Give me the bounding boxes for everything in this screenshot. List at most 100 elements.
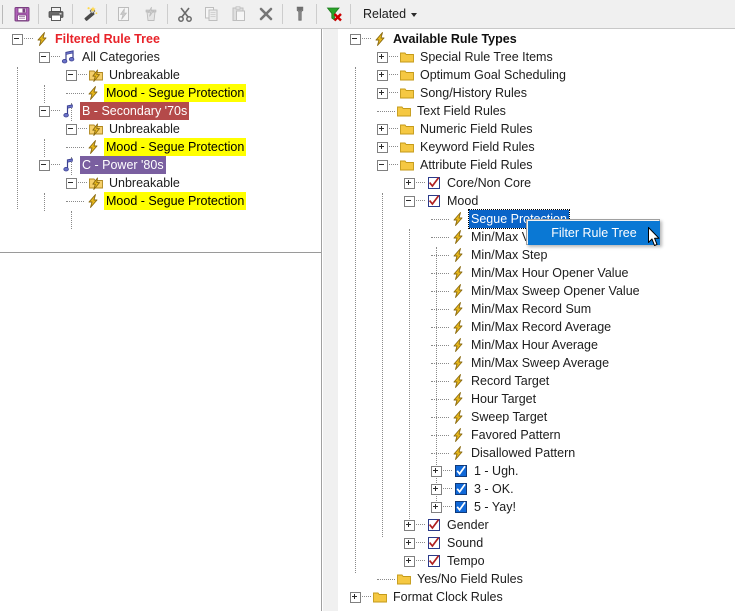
bolt-icon <box>450 445 466 461</box>
tree-connector <box>362 38 371 40</box>
tree-guide-line <box>409 229 410 519</box>
tree-item-label: Unbreakable <box>109 122 180 136</box>
tree-item-available-rule-types[interactable]: Available Rule Types <box>350 30 519 48</box>
expander-toggle[interactable] <box>12 33 23 45</box>
tree-item-label: Unbreakable <box>109 68 180 82</box>
tree-item-mood-1-ugh[interactable]: 1 - Ugh. <box>431 462 520 480</box>
tree-item-yes-no-field-rules[interactable]: Yes/No Field Rules <box>377 570 525 588</box>
tree-item-label: Gender <box>447 518 489 532</box>
delete-button[interactable] <box>252 2 279 27</box>
related-dropdown-button[interactable]: Related <box>354 2 424 27</box>
expander-toggle[interactable] <box>431 465 442 477</box>
tree-item-core-non-core[interactable]: Core/Non Core <box>404 174 533 192</box>
tree-guide-line <box>44 193 45 211</box>
tree-item-unbreakable[interactable]: Unbreakable <box>66 66 182 84</box>
tree-item-mood-3-ok[interactable]: 3 - OK. <box>431 480 516 498</box>
tree-item-format-clock-rules[interactable]: Format Clock Rules <box>350 588 505 606</box>
bolt-icon <box>450 337 466 353</box>
tree-connector <box>389 164 398 166</box>
bolt-icon <box>450 265 466 281</box>
tree-connector <box>431 272 449 274</box>
tree-item-disallowed-pattern[interactable]: Disallowed Pattern <box>431 444 577 462</box>
tree-item-sound[interactable]: Sound <box>404 534 485 552</box>
expander-toggle[interactable] <box>377 69 388 81</box>
expander-toggle[interactable] <box>404 555 415 567</box>
tree-item-label: B - Secondary '70s <box>80 102 190 120</box>
expander-toggle[interactable] <box>350 591 361 603</box>
expander-toggle[interactable] <box>404 195 415 207</box>
expander-toggle[interactable] <box>66 69 77 81</box>
panel-splitter[interactable] <box>323 29 338 611</box>
tools-button[interactable] <box>286 2 313 27</box>
tree-item-text-field-rules[interactable]: Text Field Rules <box>377 102 508 120</box>
tree-item-mood-5-yay[interactable]: 5 - Yay! <box>431 498 518 516</box>
tree-connector <box>443 488 452 490</box>
tree-item-min-max-hour-opener-value[interactable]: Min/Max Hour Opener Value <box>431 264 630 282</box>
tree-item-favored-pattern[interactable]: Favored Pattern <box>431 426 563 444</box>
magic-wand-button[interactable] <box>76 2 103 27</box>
tree-item-gender[interactable]: Gender <box>404 516 491 534</box>
tree-item-min-max-record-sum[interactable]: Min/Max Record Sum <box>431 300 593 318</box>
tree-item-mood-segue-protection[interactable]: Mood - Segue Protection <box>66 138 247 156</box>
tree-item-mood[interactable]: Mood <box>404 192 480 210</box>
tree-item-attribute-field-rules[interactable]: Attribute Field Rules <box>377 156 535 174</box>
filtered-rule-tree-panel[interactable]: Filtered Rule Tree All Categories Unbrea… <box>0 29 322 611</box>
cut-button[interactable] <box>171 2 198 27</box>
expander-toggle[interactable] <box>377 141 388 153</box>
bolt-folder-icon <box>88 121 104 137</box>
tree-item-label: C - Power '80s <box>80 156 166 174</box>
expander-toggle[interactable] <box>404 519 415 531</box>
tree-item-min-max-step[interactable]: Min/Max Step <box>431 246 549 264</box>
tree-item-unbreakable[interactable]: Unbreakable <box>66 174 182 192</box>
tree-item-min-max-sweep-average[interactable]: Min/Max Sweep Average <box>431 354 611 372</box>
expander-toggle[interactable] <box>377 123 388 135</box>
expander-toggle[interactable] <box>39 159 50 171</box>
expander-toggle[interactable] <box>377 51 388 63</box>
tree-item-sweep-target[interactable]: Sweep Target <box>431 408 549 426</box>
clear-filter-button[interactable] <box>320 2 347 27</box>
expander-toggle[interactable] <box>431 501 442 513</box>
expander-toggle[interactable] <box>66 177 77 189</box>
tree-connector <box>66 92 84 94</box>
tree-item-all-categories[interactable]: All Categories <box>39 48 162 66</box>
tree-item-record-target[interactable]: Record Target <box>431 372 551 390</box>
tree-item-min-max-sweep-opener-value[interactable]: Min/Max Sweep Opener Value <box>431 282 642 300</box>
checkbox-blue-icon <box>453 481 469 497</box>
expander-toggle[interactable] <box>431 483 442 495</box>
tree-item-keyword-field-rules[interactable]: Keyword Field Rules <box>377 138 537 156</box>
expander-toggle[interactable] <box>350 33 361 45</box>
tree-item-min-max-hour-average[interactable]: Min/Max Hour Average <box>431 336 600 354</box>
tree-item-min-max-record-average[interactable]: Min/Max Record Average <box>431 318 613 336</box>
tree-item-numeric-field-rules[interactable]: Numeric Field Rules <box>377 120 535 138</box>
expander-toggle[interactable] <box>66 123 77 135</box>
context-menu[interactable]: Filter Rule Tree <box>526 219 660 245</box>
context-menu-item-filter-rule-tree[interactable]: Filter Rule Tree <box>528 221 660 245</box>
delete-rule-button[interactable] <box>137 2 164 27</box>
tree-item-label: Mood <box>447 194 479 208</box>
expander-toggle[interactable] <box>377 159 388 171</box>
expander-toggle[interactable] <box>39 51 50 63</box>
expander-toggle[interactable] <box>404 177 415 189</box>
tree-item-mood-segue-protection[interactable]: Mood - Segue Protection <box>66 84 247 102</box>
copy-button[interactable] <box>198 2 225 27</box>
tree-item-hour-target[interactable]: Hour Target <box>431 390 538 408</box>
expander-toggle[interactable] <box>377 87 388 99</box>
tree-item-category-c[interactable]: C - Power '80s <box>39 156 166 174</box>
paste-icon <box>232 6 245 21</box>
expander-toggle[interactable] <box>404 537 415 549</box>
save-button[interactable] <box>8 2 35 27</box>
tree-item-special-rule-tree-items[interactable]: Special Rule Tree Items <box>377 48 555 66</box>
paste-button[interactable] <box>225 2 252 27</box>
new-rule-button[interactable] <box>110 2 137 27</box>
tree-item-unbreakable[interactable]: Unbreakable <box>66 120 182 138</box>
tree-item-filtered-rule-tree[interactable]: Filtered Rule Tree <box>12 30 162 48</box>
tree-item-tempo[interactable]: Tempo <box>404 552 487 570</box>
tree-item-mood-segue-protection[interactable]: Mood - Segue Protection <box>66 192 247 210</box>
tree-item-optimum-goal-scheduling[interactable]: Optimum Goal Scheduling <box>377 66 568 84</box>
expander-toggle[interactable] <box>39 105 50 117</box>
tree-item-song-history-rules[interactable]: Song/History Rules <box>377 84 529 102</box>
available-rule-types-panel[interactable]: Available Rule Types Special Rule Tree I… <box>338 29 735 611</box>
folder-icon <box>372 589 388 605</box>
print-button[interactable] <box>42 2 69 27</box>
tree-item-category-b[interactable]: B - Secondary '70s <box>39 102 190 120</box>
